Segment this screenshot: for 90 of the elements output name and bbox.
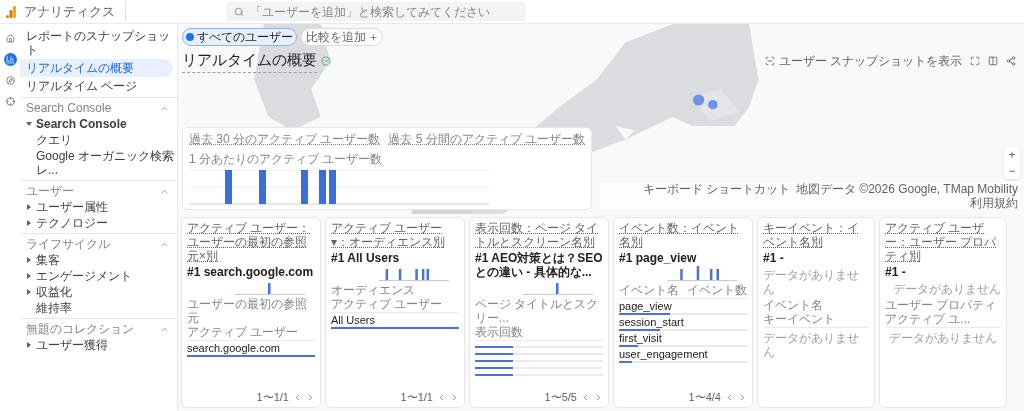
- card-top-item: #1 -: [763, 251, 785, 265]
- section-header[interactable]: 無題のコレクション: [20, 321, 177, 337]
- card-top-item: #1 -: [885, 265, 907, 279]
- column-header[interactable]: イベント名: [619, 283, 679, 297]
- pager-text: 1〜4/4: [688, 390, 721, 404]
- card-title: アクティブ ユーザー▾：オーディエンス別: [331, 221, 446, 249]
- pager-text: 1〜5/5: [544, 390, 577, 404]
- map-attribution[interactable]: 地図データ ©2026 Google, TMap Mobility: [795, 182, 1018, 196]
- next-icon[interactable]: [594, 392, 603, 402]
- previous-icon[interactable]: [725, 392, 734, 402]
- card-title: アクティブ ユーザー：ユーザーの最初の参照元×別: [187, 221, 312, 263]
- card-title: 表示回数：ページ タイトルとスクリーン名別: [475, 221, 600, 249]
- sidebar-item[interactable]: 維持率: [36, 301, 72, 315]
- previous-icon[interactable]: [293, 392, 302, 402]
- sidebar-item[interactable]: エンゲージメント: [36, 269, 132, 283]
- card-top-item: #1 page_view: [619, 251, 698, 265]
- column-header[interactable]: アクティブ ユーザー: [187, 325, 299, 339]
- map-attribution[interactable]: キーボード ショートカット: [642, 182, 790, 196]
- column-header[interactable]: 表示回数: [475, 325, 523, 339]
- previous-icon[interactable]: [437, 392, 446, 402]
- column-header[interactable]: ユーザーの最初の参照元: [187, 297, 315, 325]
- columns-icon[interactable]: [988, 55, 998, 66]
- next-icon[interactable]: [738, 392, 747, 402]
- section-header[interactable]: ライフサイクル: [20, 236, 177, 252]
- pager-text: 1〜1/1: [256, 390, 289, 404]
- empty-message: データがありません: [763, 331, 860, 359]
- sidebar-item[interactable]: Google オーガニック検索レ...: [20, 148, 177, 178]
- card-title: アクティブ ユーザー：ユーザー プロパティ別: [885, 221, 998, 263]
- row-label: first_visit: [619, 332, 663, 345]
- column-header[interactable]: アクティブ ユーザー: [331, 297, 443, 311]
- home-icon[interactable]: [3, 32, 17, 45]
- empty-message: データがありません: [763, 268, 860, 296]
- crosshair-icon[interactable]: [3, 95, 17, 108]
- zoom-out-button[interactable]: −: [1004, 163, 1020, 179]
- app-title: アナリティクス: [24, 1, 126, 22]
- metric-label: 過去 30 分のアクティブ ユーザー数: [189, 132, 381, 146]
- metric-label: 過去 5 分間のアクティブ ユーザー数: [388, 132, 585, 146]
- card-top-item: #1 AEO対策とは？SEOとの違い - 具体的な...: [475, 251, 603, 279]
- section-header[interactable]: Search Console: [20, 100, 177, 116]
- empty-message: データがありません: [893, 282, 1001, 296]
- sidebar-item[interactable]: ユーザー獲得: [36, 338, 108, 352]
- column-header[interactable]: ページ タイトルとスクリー...: [475, 297, 603, 325]
- scan-icon: [764, 55, 775, 66]
- section-header[interactable]: ユーザー: [20, 183, 177, 199]
- chart-label: 1 分あたりのアクティブ ユーザー数: [189, 152, 384, 166]
- row-label: user_engagement: [619, 348, 709, 361]
- empty-message: データがありません: [889, 331, 997, 345]
- row-label: page_view: [619, 300, 673, 313]
- compass-icon[interactable]: [3, 74, 17, 87]
- analytics-logo-icon: [6, 5, 16, 18]
- map-attribution[interactable]: 利用規約: [970, 196, 1018, 210]
- sidebar-item[interactable]: レポートのスナップショット: [20, 27, 173, 59]
- mini-bar-chart: [667, 265, 737, 281]
- row-label: All Users: [331, 314, 376, 327]
- sidebar-item[interactable]: Search Console: [36, 117, 127, 131]
- card-title: イベント数：イベント名別: [619, 221, 740, 249]
- sidebar-item[interactable]: テクノロジー: [36, 216, 108, 230]
- card-top-item: #1 search.google.com: [187, 265, 315, 279]
- segment-chip[interactable]: すべてのユーザー: [182, 28, 297, 46]
- sidebar-item[interactable]: リアルタイムの概要: [20, 59, 173, 77]
- sidebar-item[interactable]: 収益化: [36, 285, 72, 299]
- card-top-item: #1 All Users: [331, 251, 401, 265]
- row-label: session_start: [619, 316, 685, 329]
- column-header[interactable]: イベント名: [763, 298, 823, 312]
- row-label: search.google.com: [187, 342, 281, 355]
- plus-icon: [369, 32, 378, 42]
- sidebar-item[interactable]: クエリ: [20, 132, 177, 148]
- check-circle-icon: [321, 55, 331, 66]
- next-icon[interactable]: [450, 392, 459, 402]
- previous-icon[interactable]: [581, 392, 590, 402]
- sidebar-item[interactable]: リアルタイム ページ: [20, 77, 173, 95]
- share-icon[interactable]: [1006, 55, 1016, 66]
- column-header[interactable]: アクティブ ユ...: [885, 312, 971, 326]
- search-field[interactable]: 「ユーザーを追加」と検索してみてください: [226, 2, 526, 21]
- pager-text: 1〜1/1: [400, 390, 433, 404]
- column-header[interactable]: ユーザー プロパティ: [885, 298, 997, 312]
- add-comparison-chip[interactable]: 比較を追加: [301, 28, 383, 46]
- sidebar-item[interactable]: 集客: [36, 253, 60, 267]
- bar-chart-icon[interactable]: [3, 53, 17, 66]
- search-icon: [234, 6, 244, 17]
- card-title: キーイベント：イベント名別: [763, 221, 860, 249]
- snapshot-button[interactable]: ユーザー スナップショットを表示: [764, 51, 962, 70]
- column-header[interactable]: オーディエンス: [331, 283, 415, 297]
- sidebar-item[interactable]: ユーザー属性: [36, 200, 108, 214]
- next-icon[interactable]: [306, 392, 315, 402]
- fullscreen-icon[interactable]: [970, 55, 980, 66]
- zoom-in-button[interactable]: +: [1004, 147, 1020, 163]
- column-header[interactable]: イベント数: [687, 283, 747, 297]
- page-title: リアルタイムの概要: [182, 49, 317, 73]
- column-header[interactable]: キーイベント: [763, 312, 835, 326]
